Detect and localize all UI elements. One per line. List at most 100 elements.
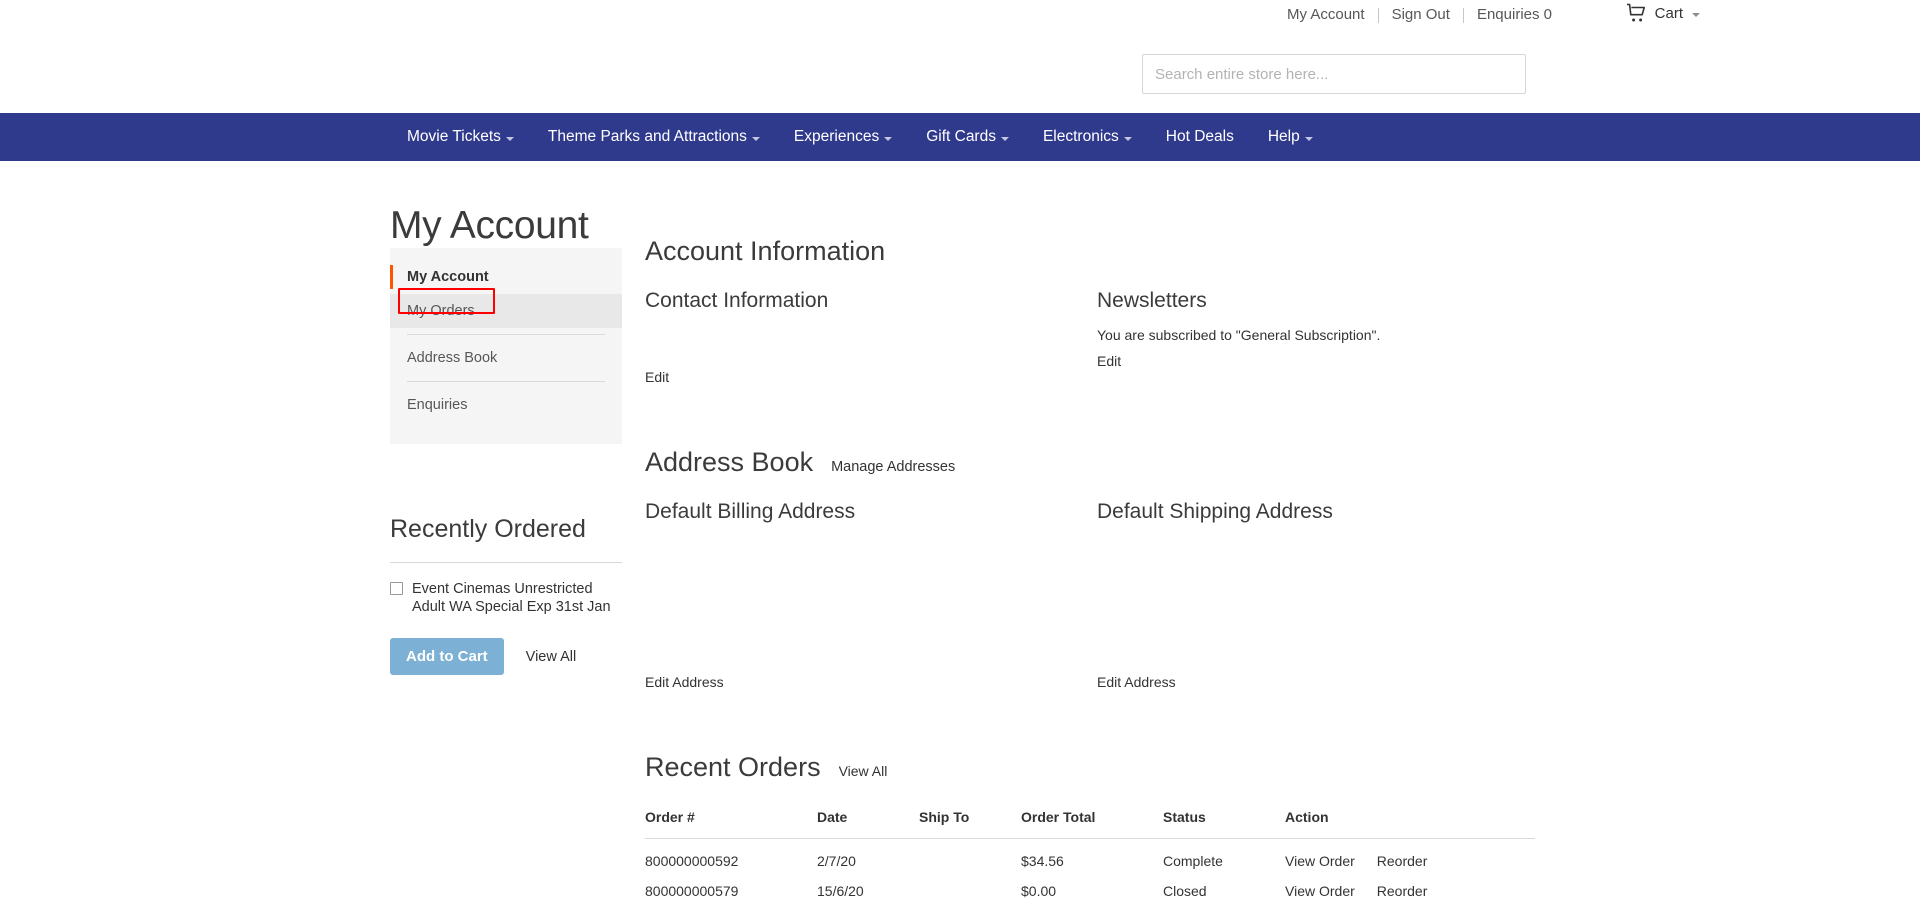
sidebar-item-label: Address Book (407, 350, 498, 366)
recent-orders-section: Recent Orders View All Order # Date Ship… (645, 752, 1535, 899)
default-billing-address-body (645, 524, 1097, 674)
column-header-action: Action (1285, 809, 1535, 839)
billing-edit-address-link[interactable]: Edit Address (645, 674, 724, 690)
table-row: 800000000579 15/6/20 $0.00 Closed View O… (645, 869, 1535, 899)
account-content: Account Information Contact Information … (645, 236, 1535, 899)
recent-orders-table: Order # Date Ship To Order Total Status … (645, 809, 1535, 899)
sidebar-divider (407, 334, 605, 335)
cell-action: View Order Reorder (1285, 869, 1535, 899)
search-container (1142, 54, 1526, 94)
nav-item-theme-parks-and-attractions[interactable]: Theme Parks and Attractions (531, 113, 777, 161)
address-book-columns: Default Billing Address Edit Address Def… (645, 500, 1535, 692)
address-book-header: Address Book Manage Addresses (645, 447, 1535, 478)
column-header-order: Order # (645, 809, 817, 839)
sidebar-item-my-account[interactable]: My Account (390, 260, 622, 294)
shipping-edit-address-link[interactable]: Edit Address (1097, 674, 1176, 690)
default-shipping-address-body (1097, 524, 1535, 674)
chevron-down-icon (505, 136, 514, 141)
sidebar-item-label: My Orders (407, 303, 475, 319)
nav-item-label: Help (1267, 128, 1300, 145)
cell-action: View Order Reorder (1285, 839, 1535, 869)
chevron-down-icon (1304, 136, 1313, 141)
newsletters-body: You are subscribed to "General Subscript… (1097, 327, 1381, 343)
nav-item-label: Theme Parks and Attractions (547, 128, 747, 145)
chevron-down-icon (1000, 136, 1009, 141)
recently-ordered-item-label: Event Cinemas Unrestricted Adult WA Spec… (412, 581, 611, 615)
address-book-section: Address Book Manage Addresses Default Bi… (645, 447, 1535, 692)
sidebar-item-label: My Account (407, 269, 489, 285)
nav-item-label: Hot Deals (1165, 128, 1234, 145)
newsletters-heading: Newsletters (1097, 289, 1207, 312)
default-shipping-address-heading: Default Shipping Address (1097, 500, 1333, 523)
page-title: My Account (390, 204, 589, 248)
recent-orders-header: Recent Orders View All (645, 752, 1535, 783)
header-link-my-account[interactable]: My Account (1287, 6, 1378, 24)
nav-item-gift-cards[interactable]: Gift Cards (909, 113, 1026, 161)
contact-information-edit-link[interactable]: Edit (645, 369, 669, 385)
cell-status: Closed (1163, 883, 1207, 899)
column-header-order-total: Order Total (1021, 809, 1163, 839)
chevron-down-icon (1692, 12, 1700, 17)
default-billing-address-block: Default Billing Address Edit Address (645, 500, 1097, 692)
nav-item-electronics[interactable]: Electronics (1026, 113, 1149, 161)
contact-information-body (645, 313, 1097, 369)
manage-addresses-link[interactable]: Manage Addresses (831, 459, 955, 475)
contact-information-heading: Contact Information (645, 289, 829, 312)
sidebar-item-my-orders[interactable]: My Orders (390, 294, 622, 328)
header-link-enquiries[interactable]: Enquiries 0 (1464, 6, 1565, 24)
recent-orders-table-body: 800000000592 2/7/20 $34.56 Complete View… (645, 839, 1535, 899)
account-information-heading: Account Information (645, 236, 886, 266)
table-header-row: Order # Date Ship To Order Total Status … (645, 809, 1535, 839)
recently-ordered-section: Recently Ordered Event Cinemas Unrestric… (390, 515, 622, 675)
newsletters-edit-link[interactable]: Edit (1097, 353, 1121, 369)
table-row: 800000000592 2/7/20 $34.56 Complete View… (645, 839, 1535, 869)
search-input[interactable] (1142, 54, 1526, 94)
nav-item-movie-tickets[interactable]: Movie Tickets (390, 113, 531, 161)
sidebar-item-enquiries[interactable]: Enquiries (390, 388, 622, 422)
newsletters-block: Newsletters You are subscribed to "Gener… (1097, 289, 1535, 387)
page-root: My Account Sign Out Enquiries 0 Cart Sea… (0, 0, 1920, 915)
account-sidebar: My Account My Orders Address Book Enquir… (390, 248, 622, 444)
cell-ship-to (919, 869, 1021, 899)
cell-status: Complete (1163, 853, 1223, 869)
main-navigation: Movie Tickets Theme Parks and Attraction… (0, 113, 1920, 161)
reorder-link[interactable]: Reorder (1377, 883, 1428, 899)
add-to-cart-button[interactable]: Add to Cart (390, 638, 504, 675)
sidebar-item-label: Enquiries (407, 397, 468, 413)
header-links: My Account Sign Out Enquiries 0 (1287, 6, 1565, 24)
nav-item-experiences[interactable]: Experiences (777, 113, 909, 161)
reorder-link[interactable]: Reorder (1377, 853, 1428, 869)
nav-item-help[interactable]: Help (1251, 113, 1330, 161)
column-header-ship-to: Ship To (919, 809, 1021, 839)
default-billing-address-heading: Default Billing Address (645, 500, 856, 523)
view-order-link[interactable]: View Order (1285, 883, 1355, 899)
nav-item-hot-deals[interactable]: Hot Deals (1149, 113, 1251, 161)
nav-item-label: Movie Tickets (407, 128, 501, 145)
recent-orders-table-head: Order # Date Ship To Order Total Status … (645, 809, 1535, 839)
recently-ordered-divider (390, 562, 622, 563)
cell-date: 2/7/20 (817, 853, 856, 869)
address-book-heading: Address Book (645, 447, 814, 477)
recently-ordered-view-all-link[interactable]: View All (526, 649, 577, 665)
column-header-date: Date (817, 809, 919, 839)
recently-ordered-title: Recently Ordered (390, 515, 586, 543)
sidebar-divider (407, 381, 605, 382)
nav-item-label: Gift Cards (926, 128, 996, 145)
sidebar-item-address-book[interactable]: Address Book (390, 341, 622, 375)
shopping-cart-icon (1626, 3, 1648, 23)
recently-ordered-checkbox[interactable] (390, 582, 403, 595)
account-information-columns: Contact Information Edit Newsletters You… (645, 289, 1535, 387)
recently-ordered-actions: Add to Cart View All (390, 638, 622, 675)
header-link-sign-out[interactable]: Sign Out (1379, 6, 1463, 24)
cart-button[interactable]: Cart (1626, 3, 1700, 23)
view-order-link[interactable]: View Order (1285, 853, 1355, 869)
cell-order-total: $34.56 (1021, 853, 1064, 869)
header-top-bar: My Account Sign Out Enquiries 0 Cart (0, 0, 1920, 36)
cell-order-total: $0.00 (1021, 883, 1057, 899)
recent-orders-view-all-link[interactable]: View All (839, 763, 888, 779)
cell-date: 15/6/20 (817, 883, 864, 899)
recently-ordered-item[interactable]: Event Cinemas Unrestricted Adult WA Spec… (390, 580, 622, 616)
main-navigation-items: Movie Tickets Theme Parks and Attraction… (390, 113, 1330, 161)
default-shipping-address-block: Default Shipping Address Edit Address (1097, 500, 1535, 692)
nav-item-label: Electronics (1042, 128, 1119, 145)
